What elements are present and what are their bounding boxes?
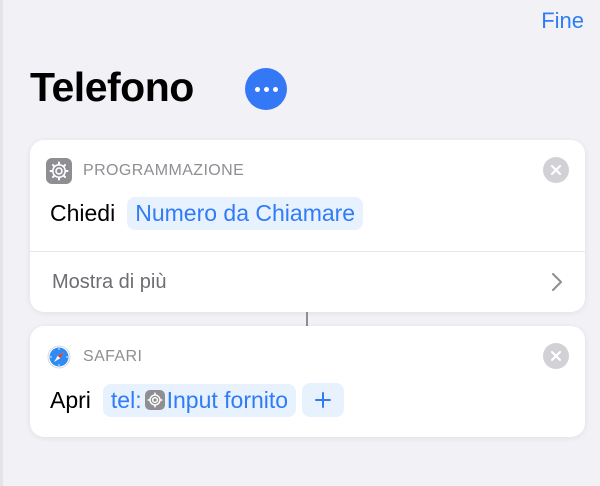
show-more-label: Mostra di più [52,270,167,293]
prompt-token[interactable]: Numero da Chiamare [127,197,364,230]
ellipsis-dot [272,86,278,92]
remove-action-button[interactable] [543,343,569,369]
action-header: SAFARI [46,344,142,370]
show-more-row[interactable]: Mostra di più [30,252,585,312]
action-app-name: PROGRAMMAZIONE [83,162,245,179]
action-app-name: SAFARI [83,348,143,365]
safari-compass-icon [46,344,72,370]
action-verb: Apri [50,386,91,413]
plus-icon [315,392,332,408]
ellipsis-dot [263,86,269,92]
url-token[interactable]: tel: Input fornito [102,383,297,417]
action-header: PROGRAMMAZIONE [46,158,244,184]
action-row: Chiedi Numero da Chiamare [50,197,364,230]
url-prefix: tel: [110,386,142,413]
gear-icon [144,390,165,410]
prompt-token-label: Numero da Chiamare [135,200,356,226]
left-edge-divider [0,0,3,486]
input-variable-label: Input fornito [166,386,289,413]
close-icon [550,350,562,362]
chevron-right-icon [552,273,562,291]
close-icon [550,164,562,176]
ellipsis-icon [254,86,260,92]
add-variable-button[interactable] [302,383,345,417]
action-card-ask[interactable]: PROGRAMMAZIONE Chiedi Numero da Chiamare… [30,140,585,312]
action-card-open-url[interactable]: SAFARI Apri tel: Input fornito [30,326,585,437]
remove-action-button[interactable] [543,157,569,183]
action-row: Apri tel: Input fornito [50,383,345,417]
action-verb: Chiedi [50,200,116,226]
more-options-button[interactable] [245,68,287,110]
done-button[interactable]: Fine [541,8,584,34]
shortcut-title[interactable]: Telefono [30,64,194,111]
gear-icon [46,158,72,184]
action-connector-line [306,312,308,326]
